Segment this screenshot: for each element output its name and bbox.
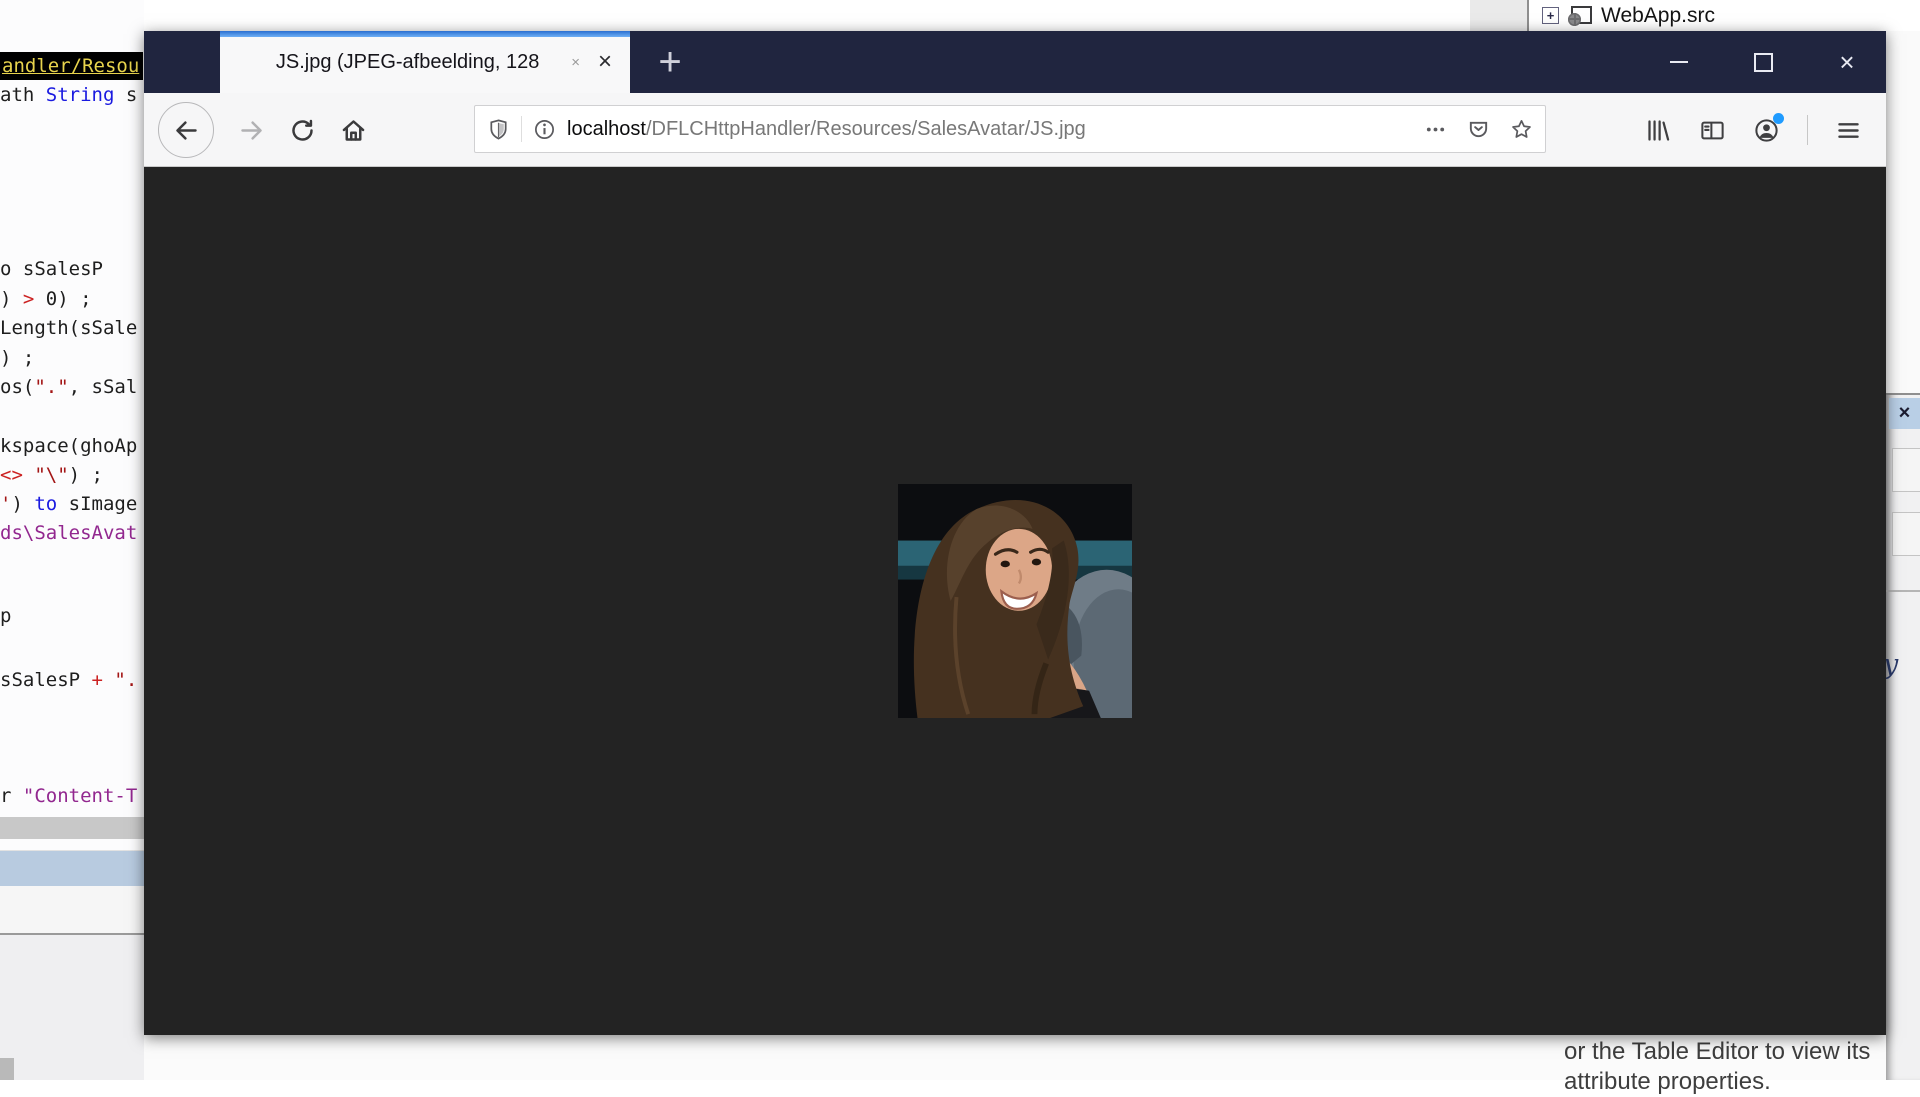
url-bar[interactable]: localhost/DFLCHttpHandler/Resources/Sale… <box>474 105 1546 153</box>
code-line: ) ; <box>0 345 34 371</box>
close-button[interactable]: × <box>1818 31 1876 93</box>
ide-selected-row[interactable] <box>0 850 144 887</box>
account-button[interactable] <box>1753 117 1780 144</box>
forward-icon[interactable] <box>238 117 265 144</box>
webapp-icon <box>1568 6 1592 26</box>
code-line: andler/Resou <box>0 52 143 80</box>
maximize-icon <box>1754 53 1773 72</box>
code-line: sSalesP + ". <box>0 667 137 693</box>
library-icon[interactable] <box>1645 117 1672 144</box>
tree-column-shade <box>1470 0 1527 31</box>
sidebar-icon[interactable] <box>1699 117 1726 144</box>
ide-panel-divider <box>0 817 144 839</box>
ide-bottom-strip: or the Table Editor to view its attribut… <box>144 1035 1886 1080</box>
avatar-photo[interactable] <box>898 484 1132 718</box>
code-line: r "Content-T <box>0 783 137 809</box>
ide-list-row[interactable] <box>0 886 144 935</box>
back-icon <box>173 117 200 144</box>
home-icon[interactable] <box>340 117 367 144</box>
code-line: <> "\") ; <box>0 462 103 488</box>
tab-title: JS.jpg (JPEG-afbeelding, 128 <box>220 51 565 74</box>
toolbar-separator <box>1807 115 1808 145</box>
browser-window: JS.jpg (JPEG-afbeelding, 128 × × + × <box>144 31 1886 1035</box>
url-text[interactable]: localhost/DFLCHttpHandler/Resources/Sale… <box>567 118 1414 141</box>
window-controls: × <box>1624 31 1876 93</box>
pocket-icon[interactable] <box>1467 118 1490 141</box>
ide-lower-panel <box>0 935 144 1080</box>
ide-right-panel-edge: × y <box>1886 31 1920 1080</box>
panel-close-button[interactable]: × <box>1889 398 1920 429</box>
code-line: os(".", sSal <box>0 374 137 400</box>
tab-title-truncated: × <box>571 54 580 71</box>
shield-icon[interactable] <box>487 118 510 141</box>
browser-tab[interactable]: JS.jpg (JPEG-afbeelding, 128 × × <box>220 31 630 93</box>
code-line: ds\SalesAvat <box>0 520 137 546</box>
bookmark-star-icon[interactable] <box>1510 118 1533 141</box>
tree-expand-icon[interactable]: + <box>1542 7 1559 24</box>
tree-node-label: WebApp.src <box>1601 4 1715 28</box>
info-icon[interactable] <box>533 118 556 141</box>
new-tab-button[interactable]: + <box>640 31 700 93</box>
back-button[interactable] <box>158 102 214 158</box>
minimize-icon <box>1670 61 1688 63</box>
code-line: kspace(ghoAp <box>0 433 137 459</box>
maximize-button[interactable] <box>1734 31 1792 93</box>
panel-divider <box>1886 590 1920 592</box>
active-tab-indicator <box>220 31 630 37</box>
help-text: or the Table Editor to view its attribut… <box>1564 1037 1870 1097</box>
right-panel-top <box>1886 31 1920 395</box>
browser-tabbar: JS.jpg (JPEG-afbeelding, 128 × × + × <box>144 31 1886 93</box>
code-line: Length(sSale <box>0 315 137 341</box>
tree-column-splitter[interactable] <box>1527 0 1529 31</box>
code-line: ') to sImage <box>0 491 137 517</box>
page-actions-icon[interactable] <box>1424 118 1447 141</box>
code-editor[interactable]: andler/Resouath String s o sSalesP ) > 0) … <box>0 0 144 810</box>
panel-toolbar-button[interactable] <box>1892 512 1920 556</box>
tab-close-icon[interactable]: × <box>590 47 620 77</box>
browser-toolbar: localhost/DFLCHttpHandler/Resources/Sale… <box>144 93 1886 167</box>
account-notification-dot <box>1773 113 1784 124</box>
code-line: o sSalesP <box>0 256 103 282</box>
code-line: ) > 0) ; <box>0 286 92 312</box>
minimize-button[interactable] <box>1650 31 1708 93</box>
code-line: ath String s <box>0 82 137 108</box>
tree-node-webapp[interactable]: + WebApp.src <box>1542 0 1715 31</box>
ide-corner-chip <box>0 1058 14 1080</box>
help-text-line1: or the Table Editor to view its <box>1564 1037 1870 1067</box>
urlbar-separator <box>521 116 522 142</box>
reload-icon[interactable] <box>289 117 316 144</box>
url-host: localhost <box>567 118 646 140</box>
close-icon: × <box>1839 49 1854 75</box>
browser-content <box>144 167 1886 1035</box>
ide-top-strip: + WebApp.src <box>144 0 1920 31</box>
help-text-line2: attribute properties. <box>1564 1067 1870 1097</box>
menu-icon[interactable] <box>1835 117 1862 144</box>
url-path: /DFLCHttpHandler/Resources/SalesAvatar/J… <box>646 118 1086 140</box>
panel-toolbar-button[interactable] <box>1892 448 1920 492</box>
ide-code-editor-panel: andler/Resouath String s o sSalesP ) > 0) … <box>0 0 144 1080</box>
code-line: p <box>0 603 11 629</box>
